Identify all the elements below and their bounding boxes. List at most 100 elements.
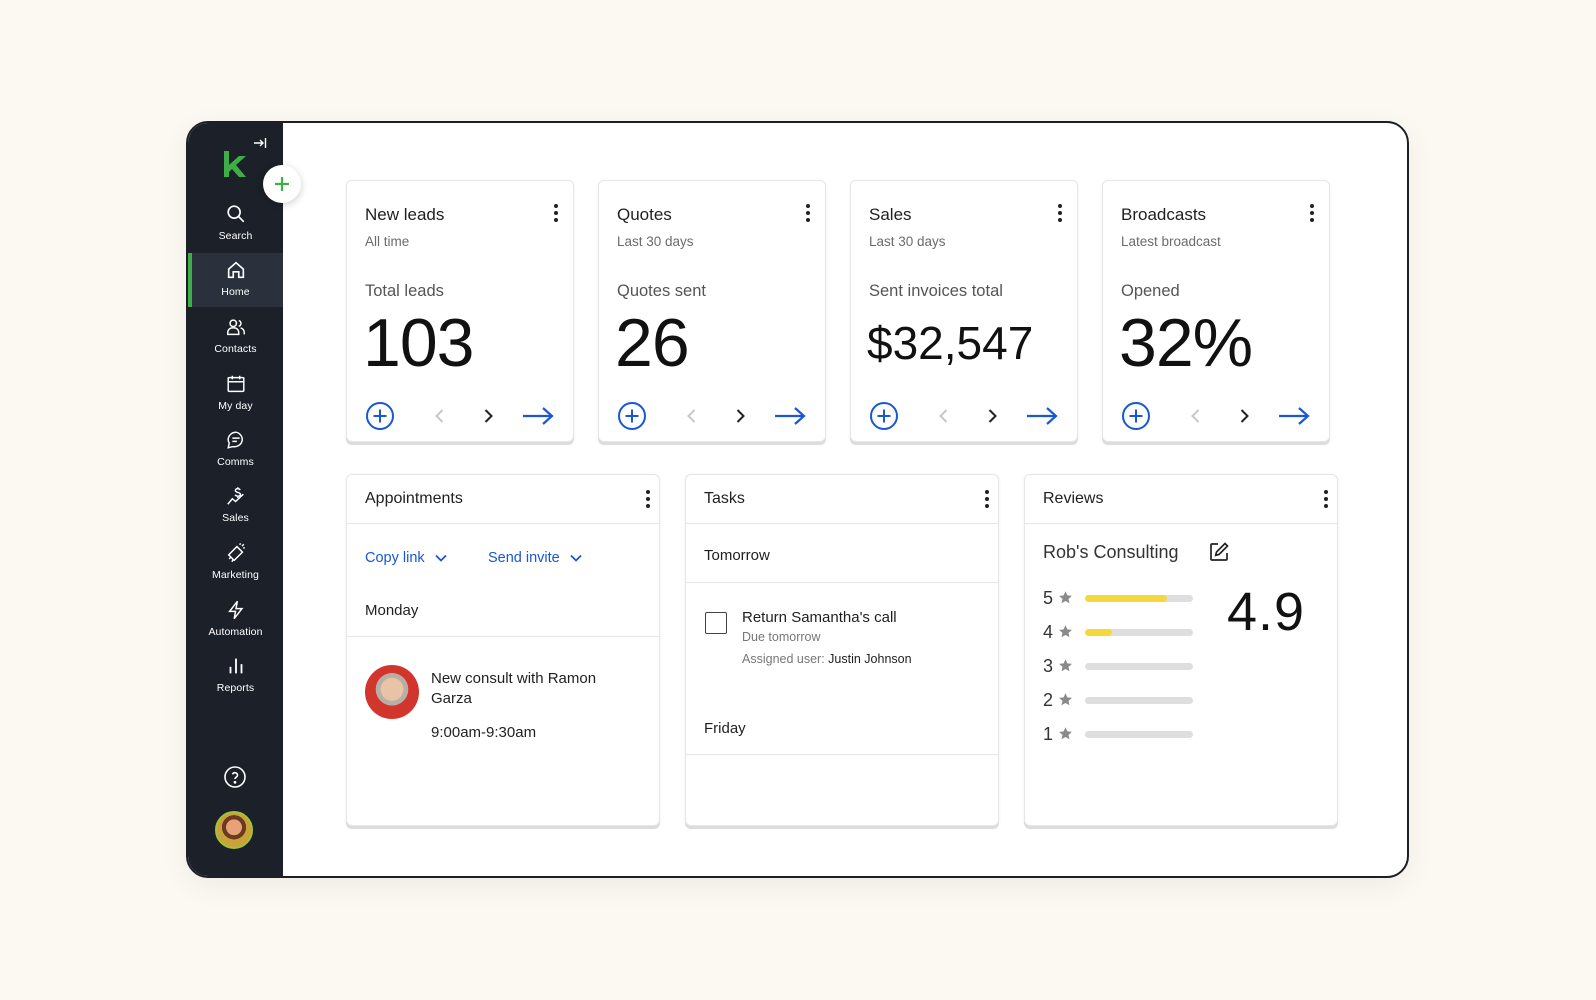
sidebar-item-reports[interactable]: Reports: [188, 649, 283, 703]
sidebar-item-label: Automation: [208, 626, 263, 638]
business-name: Rob's Consulting: [1043, 542, 1179, 562]
add-circle-icon[interactable]: [365, 401, 395, 431]
rating-star-count: 1: [1043, 724, 1054, 744]
sidebar-item-comms[interactable]: Comms: [188, 423, 283, 477]
metric-label: Quotes sent: [617, 282, 706, 300]
rating-bar: [1085, 697, 1193, 704]
star-icon: [1059, 591, 1072, 604]
megaphone-icon: [227, 542, 245, 563]
day-heading: Monday: [365, 602, 419, 619]
quick-add-button[interactable]: [263, 165, 301, 203]
rating-row: 4: [1043, 622, 1203, 642]
chevron-left-icon[interactable]: [1187, 407, 1205, 425]
divider: [347, 636, 659, 637]
sidebar-item-marketing[interactable]: Marketing: [188, 536, 283, 590]
sidebar-item-label: Comms: [217, 456, 254, 468]
appointment-title[interactable]: New consult with Ramon Garza: [431, 669, 641, 709]
chevron-left-icon[interactable]: [935, 407, 953, 425]
rating-bar-fill: [1085, 629, 1112, 636]
star-icon: [1059, 659, 1072, 672]
rating-row: 5: [1043, 588, 1203, 608]
metric-value: 26: [615, 305, 690, 381]
rating-bar: [1085, 731, 1193, 738]
add-circle-icon[interactable]: [617, 401, 647, 431]
tasks-panel: Tasks Tomorrow Return Samantha's call Du…: [685, 474, 999, 826]
chat-icon: [226, 431, 243, 449]
sidebar-item-label: Home: [221, 286, 250, 298]
plus-icon: [275, 177, 289, 191]
more-options-icon[interactable]: [553, 203, 559, 223]
more-options-icon[interactable]: [645, 489, 651, 509]
metric-value: 32%: [1119, 305, 1253, 381]
sidebar-item-contacts[interactable]: Contacts: [188, 310, 283, 364]
sidebar-item-search[interactable]: Search: [188, 197, 283, 251]
rating-bar: [1085, 629, 1193, 636]
divider: [686, 582, 998, 583]
sales-icon: [226, 487, 244, 505]
copy-link-dropdown[interactable]: Copy link: [365, 550, 447, 566]
rating-row: 1: [1043, 724, 1203, 744]
sidebar-item-home[interactable]: Home: [188, 253, 283, 307]
sidebar-item-sales[interactable]: Sales: [188, 479, 283, 533]
contact-avatar[interactable]: [365, 665, 419, 719]
chevron-right-icon[interactable]: [983, 407, 1001, 425]
help-icon[interactable]: [223, 765, 247, 789]
panel-title: Appointments: [365, 490, 463, 507]
contacts-icon: [226, 319, 245, 336]
add-circle-icon[interactable]: [869, 401, 899, 431]
add-circle-icon[interactable]: [1121, 401, 1151, 431]
task-group-heading: Friday: [704, 720, 746, 737]
card-title: Sales: [869, 205, 912, 224]
stat-card-quotes: Quotes Last 30 days Quotes sent 26: [598, 180, 826, 442]
chevron-left-icon[interactable]: [431, 407, 449, 425]
panel-header: Reviews: [1025, 475, 1337, 524]
rating-row: 2: [1043, 690, 1203, 710]
sidebar-item-label: Contacts: [214, 343, 257, 355]
more-options-icon[interactable]: [1309, 203, 1315, 223]
sidebar-item-label: Marketing: [211, 569, 259, 581]
send-invite-dropdown[interactable]: Send invite: [488, 550, 582, 566]
panel-title: Reviews: [1043, 490, 1104, 507]
task-title[interactable]: Return Samantha's call: [742, 609, 897, 626]
chevron-right-icon[interactable]: [1235, 407, 1253, 425]
sidebar-item-label: Search: [218, 230, 253, 242]
card-actions: [617, 401, 811, 431]
arrow-right-icon[interactable]: [1277, 405, 1311, 427]
card-title: New leads: [365, 205, 445, 224]
card-actions: [365, 401, 559, 431]
calendar-icon: [226, 375, 245, 393]
sidebar-item-my-day[interactable]: My day: [188, 367, 283, 421]
search-icon: [226, 205, 244, 223]
card-subtitle: Last 30 days: [617, 234, 694, 249]
brand-logo[interactable]: [221, 149, 247, 179]
rating-bar: [1085, 595, 1193, 602]
assigned-user: Justin Johnson: [828, 652, 912, 666]
arrow-right-icon[interactable]: [773, 405, 807, 427]
card-subtitle: All time: [365, 234, 410, 249]
assigned-label: Assigned user:: [742, 652, 825, 666]
chevron-right-icon[interactable]: [479, 407, 497, 425]
sidebar-item-automation[interactable]: Automation: [188, 593, 283, 647]
star-icon: [1059, 625, 1072, 638]
card-actions: [1121, 401, 1315, 431]
chevron-right-icon[interactable]: [731, 407, 749, 425]
stat-card-broadcasts: Broadcasts Latest broadcast Opened 32%: [1102, 180, 1330, 442]
task-checkbox[interactable]: [705, 612, 727, 634]
send-invite-label: Send invite: [488, 550, 560, 566]
arrow-right-icon[interactable]: [1025, 405, 1059, 427]
collapse-sidebar-icon[interactable]: [252, 135, 268, 151]
chevron-left-icon[interactable]: [683, 407, 701, 425]
copy-link-label: Copy link: [365, 550, 425, 566]
edit-icon[interactable]: [1208, 541, 1230, 563]
stat-card-sales: Sales Last 30 days Sent invoices total $…: [850, 180, 1078, 442]
arrow-right-icon[interactable]: [521, 405, 555, 427]
more-options-icon[interactable]: [805, 203, 811, 223]
card-subtitle: Latest broadcast: [1121, 234, 1221, 249]
task-assignee: Assigned user: Justin Johnson: [742, 652, 912, 666]
rating-star-count: 2: [1043, 690, 1054, 710]
more-options-icon[interactable]: [1323, 489, 1329, 509]
user-avatar[interactable]: [215, 811, 253, 849]
more-options-icon[interactable]: [1057, 203, 1063, 223]
metric-value: 103: [363, 305, 474, 381]
more-options-icon[interactable]: [984, 489, 990, 509]
